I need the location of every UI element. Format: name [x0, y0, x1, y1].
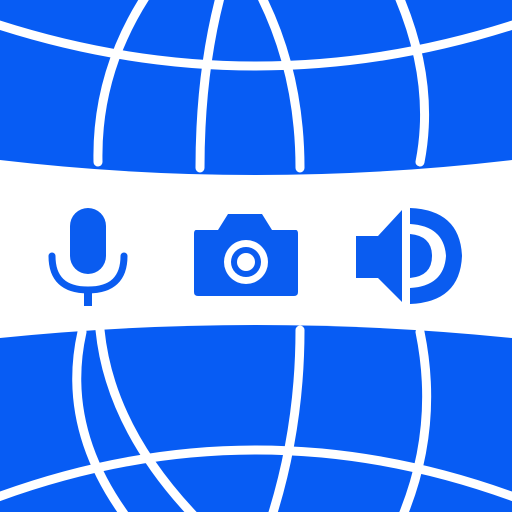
globe-bottom-half [0, 325, 512, 512]
globe-illustration [0, 0, 512, 512]
app-icon [0, 0, 512, 512]
